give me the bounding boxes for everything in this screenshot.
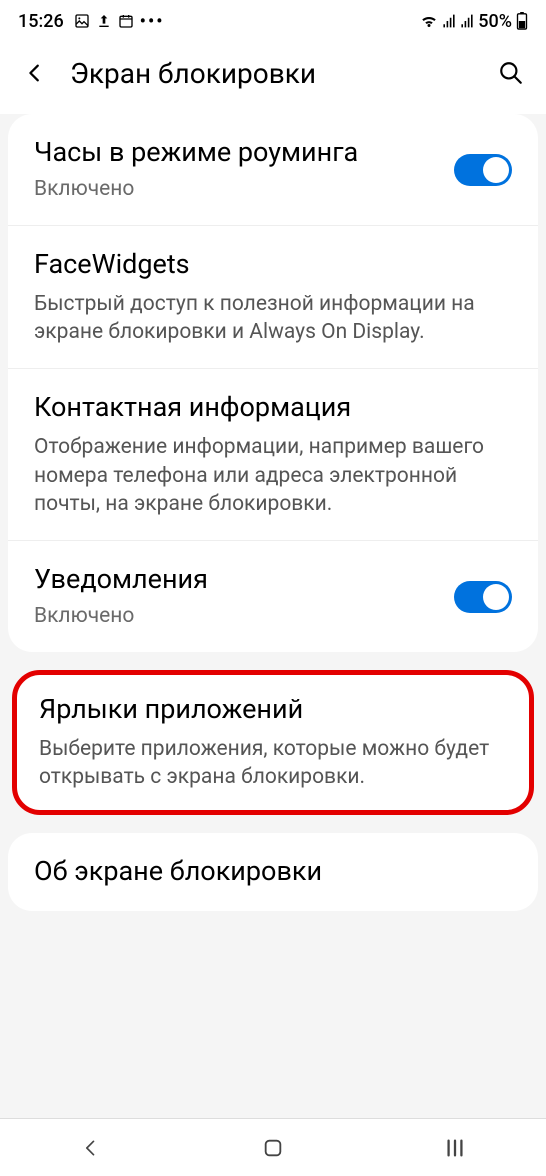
signal1-icon xyxy=(442,13,456,29)
bars-icon xyxy=(444,1138,466,1158)
search-button[interactable] xyxy=(494,56,528,90)
item-title: Часы в режиме роуминга xyxy=(34,136,438,170)
back-button[interactable] xyxy=(18,56,52,90)
notifications-toggle[interactable] xyxy=(454,581,512,613)
battery-percent: 50% xyxy=(478,11,512,32)
item-description: Быстрый доступ к полезной информации на … xyxy=(34,290,512,347)
calendar-icon xyxy=(118,13,134,29)
roaming-clock-toggle[interactable] xyxy=(454,154,512,186)
settings-card-1: Часы в режиме роуминга Включено FaceWidg… xyxy=(8,114,538,652)
item-notifications[interactable]: Уведомления Включено xyxy=(8,541,538,652)
header: Экран блокировки xyxy=(0,42,546,114)
status-time: 15:26 xyxy=(18,11,64,32)
highlighted-item: Ярлыки приложений Выберите приложения, к… xyxy=(12,670,534,814)
item-title: Уведомления xyxy=(34,563,438,597)
square-icon xyxy=(262,1137,284,1159)
settings-card-2: Об экране блокировки xyxy=(8,833,538,911)
item-title: Ярлыки приложений xyxy=(39,693,507,727)
status-bar: 15:26 ••• 50% xyxy=(0,0,546,42)
more-icon: ••• xyxy=(140,11,165,32)
search-icon xyxy=(498,60,524,86)
item-title: FaceWidgets xyxy=(34,248,512,282)
item-title: Об экране блокировки xyxy=(34,855,512,889)
nav-back-button[interactable] xyxy=(51,1128,131,1168)
chevron-left-icon xyxy=(24,62,46,84)
item-description: Отображение информации, например вашего … xyxy=(34,433,512,518)
wifi-icon xyxy=(420,13,438,29)
item-contact-info[interactable]: Контактная информация Отображение информ… xyxy=(8,369,538,541)
signal2-icon xyxy=(460,13,474,29)
upload-icon xyxy=(96,13,112,29)
navigation-bar xyxy=(0,1118,546,1176)
item-subtitle: Включено xyxy=(34,603,438,630)
item-description: Выберите приложения, которые можно будет… xyxy=(39,735,507,792)
item-about[interactable]: Об экране блокировки xyxy=(8,833,538,911)
battery-icon xyxy=(516,12,528,30)
nav-home-button[interactable] xyxy=(233,1128,313,1168)
status-notif-icons: ••• xyxy=(74,11,165,32)
item-roaming-clock[interactable]: Часы в режиме роуминга Включено xyxy=(8,114,538,226)
item-title: Контактная информация xyxy=(34,391,512,425)
item-facewidgets[interactable]: FaceWidgets Быстрый доступ к полезной ин… xyxy=(8,226,538,369)
nav-recents-button[interactable] xyxy=(415,1128,495,1168)
chevron-left-icon xyxy=(81,1138,101,1158)
item-app-shortcuts[interactable]: Ярлыки приложений Выберите приложения, к… xyxy=(17,675,529,809)
image-icon xyxy=(74,13,90,29)
page-title: Экран блокировки xyxy=(70,57,476,90)
item-subtitle: Включено xyxy=(34,176,438,203)
